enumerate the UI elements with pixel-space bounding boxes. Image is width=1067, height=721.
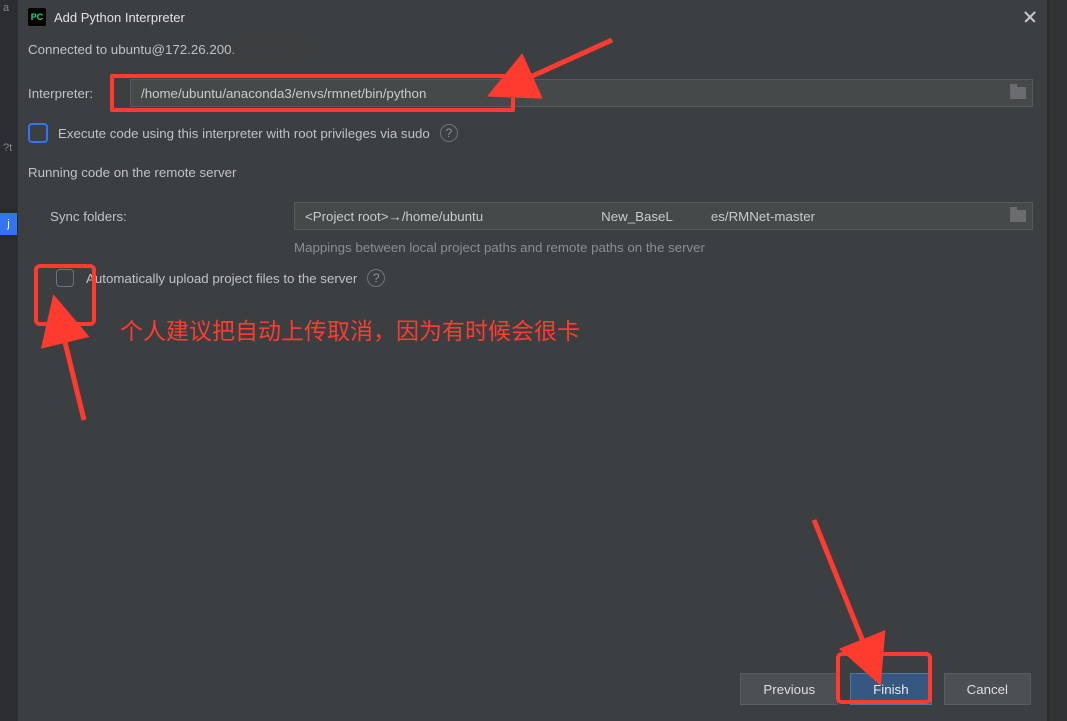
- dialog-title: Add Python Interpreter: [54, 10, 1023, 25]
- cancel-button[interactable]: Cancel: [944, 673, 1031, 705]
- titlebar: PC Add Python Interpreter: [18, 0, 1047, 34]
- auto-upload-label: Automatically upload project files to th…: [86, 271, 357, 286]
- add-interpreter-dialog: PC Add Python Interpreter Connected to u…: [18, 0, 1047, 721]
- close-icon[interactable]: [1023, 10, 1037, 24]
- interpreter-label: Interpreter:: [28, 86, 130, 101]
- sync-folders-label: Sync folders:: [50, 209, 294, 224]
- ide-left-gutter: a ?t j E: [0, 0, 18, 721]
- finish-button[interactable]: Finish: [850, 673, 931, 705]
- button-bar: Previous Finish Cancel: [740, 673, 1031, 705]
- gutter-text: ?t: [0, 142, 18, 154]
- auto-upload-checkbox[interactable]: [56, 269, 74, 287]
- right-scrollbar[interactable]: [1049, 0, 1067, 721]
- sync-folders-value: <Project root>→/home/ubuntuNew_BaseLes/R…: [305, 207, 1010, 225]
- browse-folder-icon[interactable]: [1010, 210, 1026, 222]
- redacted-text: [677, 207, 707, 225]
- auto-upload-row: Automatically upload project files to th…: [28, 269, 1033, 287]
- sudo-label: Execute code using this interpreter with…: [58, 126, 430, 141]
- sync-folders-row: Sync folders: <Project root>→/home/ubunt…: [28, 202, 1033, 230]
- pycharm-icon: PC: [28, 8, 46, 26]
- redacted-text: [487, 207, 597, 225]
- browse-folder-icon[interactable]: [1010, 87, 1026, 99]
- gutter-text: a: [0, 2, 18, 14]
- interpreter-input[interactable]: /home/ubuntu/anaconda3/envs/rmnet/bin/py…: [130, 79, 1033, 107]
- help-icon[interactable]: ?: [367, 269, 385, 287]
- sudo-checkbox[interactable]: [28, 123, 48, 143]
- gutter-file-badge[interactable]: j: [0, 213, 17, 235]
- remote-section-header: Running code on the remote server: [28, 165, 1033, 180]
- connected-status: Connected to ubuntu@172.26.200.: [28, 42, 1033, 57]
- interpreter-value: /home/ubuntu/anaconda3/envs/rmnet/bin/py…: [141, 86, 1010, 101]
- sync-folders-hint: Mappings between local project paths and…: [28, 240, 1033, 255]
- interpreter-row: Interpreter: /home/ubuntu/anaconda3/envs…: [28, 79, 1033, 107]
- redacted-text: [235, 43, 303, 57]
- help-icon[interactable]: ?: [440, 124, 458, 142]
- sudo-row: Execute code using this interpreter with…: [28, 123, 1033, 143]
- sync-folders-input[interactable]: <Project root>→/home/ubuntuNew_BaseLes/R…: [294, 202, 1033, 230]
- previous-button[interactable]: Previous: [740, 673, 838, 705]
- dialog-content: Connected to ubuntu@172.26.200. Interpre…: [18, 34, 1047, 721]
